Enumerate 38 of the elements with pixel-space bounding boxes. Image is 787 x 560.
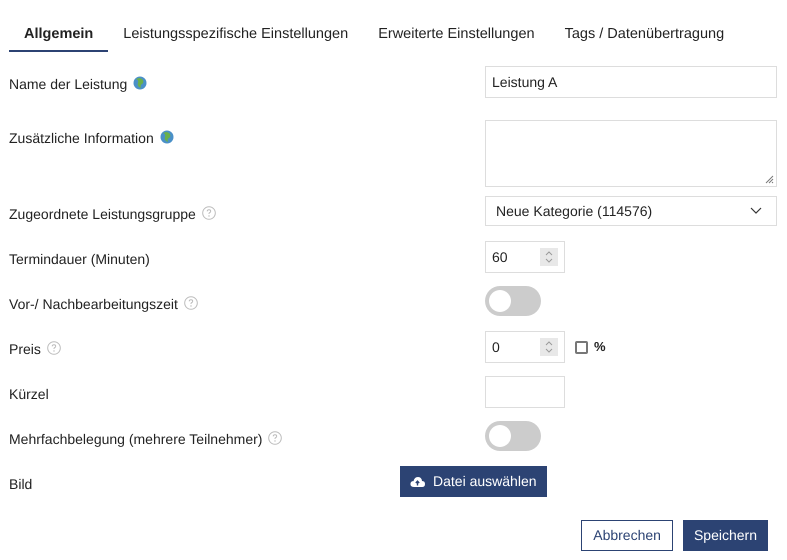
number-field[interactable]: 0	[485, 331, 565, 363]
tab[interactable]: Tags / Datenübertragung	[550, 20, 740, 52]
help-icon[interactable]	[184, 296, 198, 310]
checkbox-label: %	[594, 338, 606, 356]
tab[interactable]: Erweiterte Einstellungen	[363, 20, 550, 52]
field-value: 0	[492, 338, 500, 356]
field-value: 60	[492, 248, 508, 266]
help-icon[interactable]	[268, 431, 282, 445]
field-label: Preis	[9, 341, 41, 357]
toggle-switch[interactable]	[485, 286, 541, 316]
save-button[interactable]: Speichern	[682, 520, 768, 551]
field-label: Name der Leistung	[9, 76, 128, 92]
help-icon[interactable]	[46, 341, 61, 355]
checkbox[interactable]	[575, 340, 588, 354]
field-label: Vor-/ Nachbearbeitungszeit	[9, 296, 178, 312]
field-label: Kürzel	[9, 386, 49, 402]
field-label: Mehrfachbelegung (mehrere Teilnehmer)	[9, 431, 262, 447]
tab[interactable]: Leistungsspezifische Einstellungen	[108, 20, 364, 52]
select-field[interactable]: Neue Kategorie (114576)	[485, 196, 777, 226]
cloud-upload-icon	[410, 476, 425, 487]
cancel-button[interactable]: Abbrechen	[581, 520, 673, 551]
text-field[interactable]: Leistung A	[485, 66, 777, 98]
tab[interactable]: Allgemein	[9, 20, 108, 52]
file-upload-button[interactable]: Datei auswählen	[400, 466, 547, 497]
field-label: Termindauer (Minuten)	[9, 251, 150, 267]
field-label: Zugeordnete Leistungsgruppe	[9, 206, 196, 222]
field-label: Bild	[9, 476, 32, 492]
resize-handle-icon[interactable]	[764, 174, 774, 184]
field-label: Zusätzliche Information	[9, 130, 154, 146]
toggle-switch[interactable]	[485, 421, 541, 451]
help-icon[interactable]	[202, 206, 216, 220]
number-field[interactable]: 60	[485, 241, 565, 273]
spinner-icon[interactable]	[540, 248, 558, 266]
text-field[interactable]	[485, 376, 565, 408]
field-value: Leistung A	[492, 72, 558, 92]
spinner-icon[interactable]	[540, 338, 558, 356]
select-value: Neue Kategorie (114576)	[496, 202, 652, 221]
chevron-down-icon	[750, 207, 762, 215]
